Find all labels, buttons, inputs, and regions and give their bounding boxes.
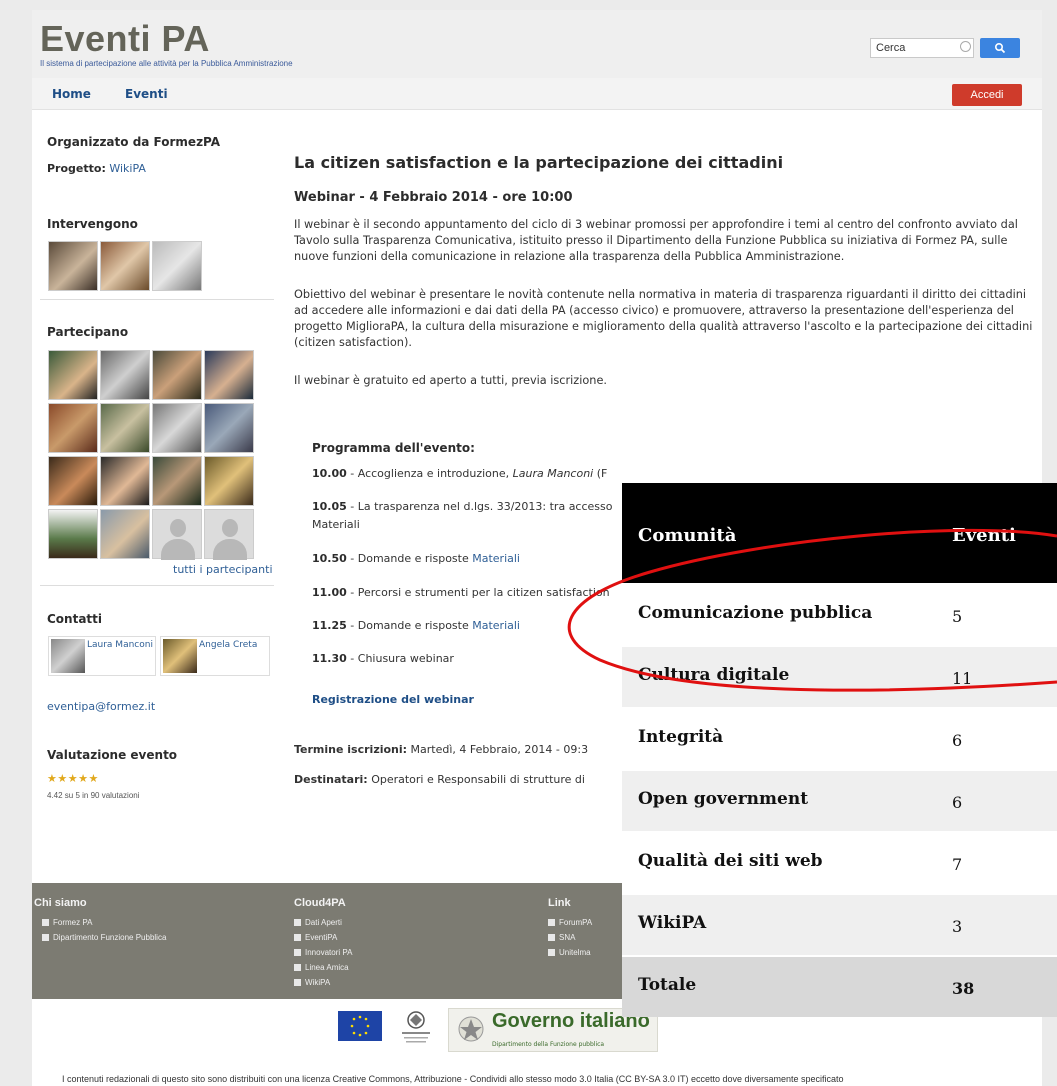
table-row: Qualità dei siti web 7 [638, 851, 963, 874]
rating-heading: Valutazione evento [47, 748, 178, 762]
program-item: 11.25 - Domande e risposte Materiali [312, 619, 520, 632]
table-row: Integrità 6 [638, 727, 963, 750]
clear-search-icon[interactable] [960, 41, 971, 52]
participant-avatar[interactable] [48, 456, 98, 506]
table-row: WikiPA 3 [622, 895, 1057, 955]
footer-link[interactable]: Formez PA [42, 918, 92, 927]
deadline-line: Termine iscrizioni: Martedì, 4 Febbraio,… [294, 743, 589, 756]
footer-link[interactable]: Unitelma [548, 948, 591, 957]
community-events-table: Comunità Eventi Comunicazione pubblica 5 … [622, 483, 1057, 1017]
participant-avatar[interactable] [100, 350, 150, 400]
search-icon [994, 42, 1006, 54]
table-row: Open government 6 [622, 771, 1057, 831]
participant-avatar[interactable] [204, 456, 254, 506]
rating-stars[interactable]: ★★★★★ [47, 772, 99, 785]
page-left-gutter [0, 10, 32, 1086]
participant-avatar[interactable] [204, 350, 254, 400]
participant-avatar[interactable] [152, 350, 202, 400]
star-emblem-icon [458, 1016, 484, 1042]
contact-card[interactable]: Angela Creta [160, 636, 270, 676]
divider [40, 299, 274, 300]
register-link[interactable]: Registrazione del webinar [312, 693, 474, 706]
participant-avatar[interactable] [48, 403, 98, 453]
rating-summary: 4.42 su 5 in 90 valutazioni [47, 791, 140, 800]
table-total-row: Totale 38 [622, 957, 1057, 1017]
eu-flag-logo [338, 1011, 382, 1041]
contact-email[interactable]: eventipa@formez.it [47, 700, 155, 713]
event-description-1: Il webinar è il secondo appuntamento del… [294, 218, 1018, 263]
project-label: Progetto: [47, 162, 106, 175]
footer-link[interactable]: WikiPA [294, 978, 330, 987]
speaker-avatar[interactable] [152, 241, 202, 291]
program-item: 10.50 - Domande e risposte Materiali [312, 552, 520, 565]
table-header: Comunità Eventi [622, 483, 1057, 583]
site-title[interactable]: Eventi PA [40, 20, 210, 58]
speakers-heading: Intervengono [47, 217, 138, 231]
site-header: Eventi PA Il sistema di partecipazione a… [32, 10, 1042, 78]
participant-avatar[interactable] [152, 456, 202, 506]
contact-name[interactable]: Laura Manconi [87, 640, 153, 651]
browser-top-margin [0, 0, 1057, 10]
divider [40, 585, 274, 586]
event-description-2: Obiettivo del webinar è presentare le no… [294, 288, 1033, 349]
program-item: 10.00 - Accoglienza e introduzione, Laur… [312, 467, 608, 480]
program-item: 11.00 - Percorsi e strumenti per la citi… [312, 586, 610, 599]
participant-avatar[interactable] [48, 509, 98, 559]
event-description-3: Il webinar è gratuito ed aperto a tutti,… [294, 374, 607, 387]
search-button[interactable] [980, 38, 1020, 58]
program-heading: Programma dell'evento: [312, 441, 475, 455]
materials-link[interactable]: Materiali [472, 619, 520, 632]
nav-eventi[interactable]: Eventi [125, 87, 168, 101]
participant-avatar[interactable] [100, 403, 150, 453]
column-header-events: Eventi [952, 525, 1016, 546]
table-row: Cultura digitale 11 [622, 647, 1057, 707]
speaker-avatar[interactable] [100, 241, 150, 291]
materials-link[interactable]: Materiali [472, 552, 520, 565]
participants-heading: Partecipano [47, 325, 129, 339]
organizer-heading: Organizzato da FormezPA [47, 135, 221, 149]
participant-avatar-placeholder[interactable] [152, 509, 202, 560]
event-title: La citizen satisfaction e la partecipazi… [294, 153, 784, 172]
footer-heading: Link [548, 897, 571, 909]
materials-link[interactable]: Materiali [312, 518, 360, 531]
footer-link[interactable]: Dati Aperti [294, 918, 342, 927]
gov-department-text: Dipartimento della Funzione pubblica [492, 1041, 605, 1048]
program-item: 10.05 - La trasparenza nel d.lgs. 33/201… [312, 500, 613, 513]
audience-line: Destinatari: Operatori e Responsabili di… [294, 773, 585, 786]
participant-avatar[interactable] [152, 403, 202, 453]
participant-avatar[interactable] [100, 509, 150, 559]
contact-name[interactable]: Angela Creta [199, 640, 269, 651]
table-row: Comunicazione pubblica 5 [638, 603, 963, 626]
site-subtitle: Il sistema di partecipazione alle attivi… [40, 59, 293, 68]
participant-avatar[interactable] [100, 456, 150, 506]
footer-link[interactable]: EventiPA [294, 933, 337, 942]
event-subtitle: Webinar - 4 Febbraio 2014 - ore 10:00 [294, 190, 573, 205]
license-notice: I contenuti redazionali di questo sito s… [62, 1074, 844, 1084]
search-input[interactable]: Cerca [870, 38, 974, 58]
contacts-heading: Contatti [47, 612, 103, 626]
speaker-avatar[interactable] [48, 241, 98, 291]
contact-avatar [163, 639, 197, 673]
footer-link[interactable]: Innovatori PA [294, 948, 352, 957]
contact-card[interactable]: Laura Manconi [48, 636, 156, 676]
program-item: 11.30 - Chiusura webinar [312, 652, 454, 665]
contact-avatar [51, 639, 85, 673]
ministry-emblem-logo [402, 1011, 430, 1043]
footer-heading: Cloud4PA [294, 897, 346, 909]
main-nav: Home Eventi [32, 78, 1042, 110]
footer-link[interactable]: Dipartimento Funzione Pubblica [42, 933, 166, 942]
footer-link[interactable]: SNA [548, 933, 575, 942]
participant-avatar-placeholder[interactable] [204, 509, 254, 560]
nav-home[interactable]: Home [52, 87, 91, 101]
project-link[interactable]: WikiPA [109, 162, 146, 175]
footer-link[interactable]: Linea Amica [294, 963, 349, 972]
project-line: Progetto: WikiPA [47, 162, 146, 175]
all-participants-link[interactable]: tutti i partecipanti [173, 563, 273, 576]
participant-avatar[interactable] [48, 350, 98, 400]
footer-heading: Chi siamo [34, 897, 87, 909]
participant-avatar[interactable] [204, 403, 254, 453]
column-header-community: Comunità [638, 525, 737, 546]
footer-link[interactable]: ForumPA [548, 918, 592, 927]
login-button[interactable]: Accedi [952, 84, 1022, 106]
